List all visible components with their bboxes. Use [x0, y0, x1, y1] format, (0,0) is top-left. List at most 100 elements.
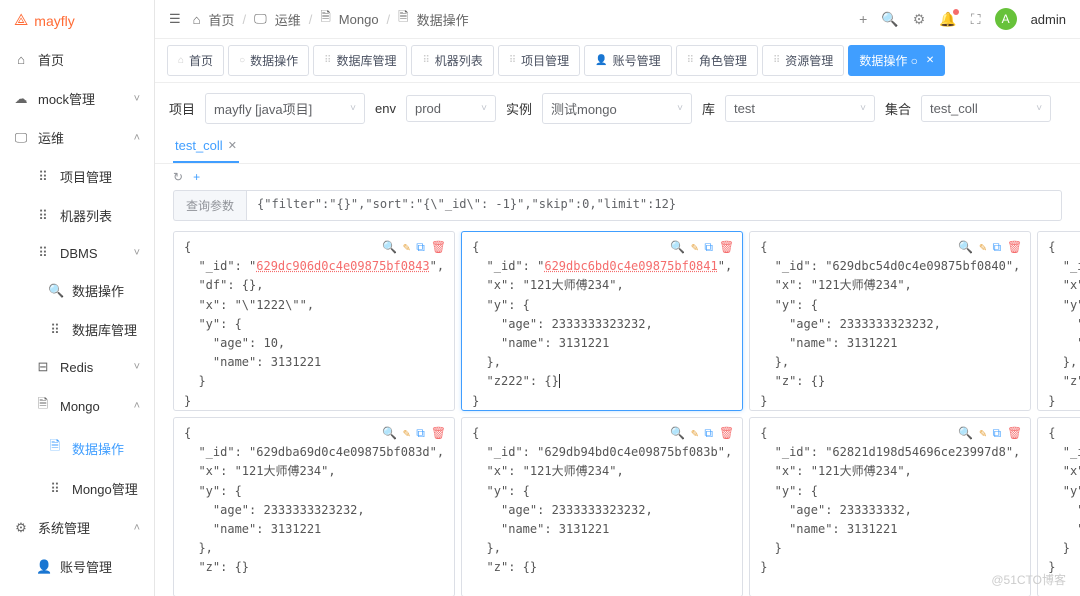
sidebar-item-11[interactable]: ⠿Mongo管理	[0, 469, 154, 508]
copy-icon[interactable]: ⧉	[416, 238, 425, 257]
project-select[interactable]: mayfly [java项目]˅	[205, 93, 365, 124]
card-actions: 🔍 ✎ ⧉ 🗑	[670, 424, 734, 443]
add-icon[interactable]: +	[193, 170, 200, 184]
fullscreen-icon[interactable]: ⛶	[971, 11, 981, 28]
sidebar-item-10[interactable]: 🗎数据操作	[0, 427, 154, 469]
menu-icon: ⠿	[36, 245, 50, 261]
view-icon[interactable]: 🔍	[670, 424, 685, 443]
tab-icon: ⠿	[509, 55, 516, 66]
delete-icon[interactable]: 🗑	[719, 424, 734, 443]
plus-icon[interactable]: +	[859, 11, 867, 27]
topbar-right: + 🔍 ⚙ 🔔 ⛶ A admin	[859, 8, 1066, 30]
coll-select[interactable]: test_coll˅	[921, 95, 1051, 122]
tab-7[interactable]: ⠿资源管理	[762, 45, 844, 76]
menu-icon: ⚙	[14, 520, 28, 536]
settings-icon[interactable]: ⚙	[913, 11, 926, 28]
menu-label: DBMS	[60, 246, 98, 261]
result-card-1[interactable]: 🔍✎⧉🗑{ "_id": "629dbc6bd0c4e09875bf0841",…	[461, 231, 743, 411]
breadcrumb-icon: 🖵	[254, 11, 267, 27]
result-card-0[interactable]: 🔍✎⧉🗑{ "_id": "629dc906d0c4e09875bf0843",…	[173, 231, 455, 411]
sidebar-item-6[interactable]: 🔍数据操作	[0, 271, 154, 310]
result-card-2[interactable]: 🔍✎⧉🗑{ "_id": "629dbc54d0c4e09875bf0840",…	[749, 231, 1031, 411]
result-card-7[interactable]: 🔍✎⧉🗑{ "_id": "6282062a075a22095b0733f0",…	[1037, 417, 1080, 596]
tab-4[interactable]: ⠿ 项目管理	[498, 45, 580, 76]
sidebar-item-9[interactable]: 🗎Mongo˄	[0, 385, 154, 427]
breadcrumb-item[interactable]: 运维	[275, 10, 301, 29]
logo[interactable]: ⟁ mayfly	[0, 0, 154, 40]
inner-tab-collection[interactable]: test_coll✕	[173, 134, 239, 163]
sidebar-item-1[interactable]: ☁mock管理˅	[0, 79, 154, 118]
copy-icon[interactable]: ⧉	[704, 424, 713, 443]
sidebar-item-7[interactable]: ⠿数据库管理	[0, 310, 154, 349]
tab-label: 项目管理	[521, 52, 569, 69]
edit-icon[interactable]: ✎	[691, 238, 698, 257]
logo-text: mayfly	[34, 13, 74, 29]
view-icon[interactable]: 🔍	[382, 424, 397, 443]
close-icon[interactable]: ✕	[228, 139, 237, 152]
tab-1[interactable]: ○数据操作	[228, 45, 309, 76]
sidebar-item-5[interactable]: ⠿DBMS˅	[0, 235, 154, 271]
env-select[interactable]: prod˅	[406, 95, 496, 122]
tab-icon: ⠿	[773, 55, 780, 66]
chevron-icon: ˅	[134, 93, 140, 105]
sidebar-item-0[interactable]: ⌂首页	[0, 40, 154, 79]
query-input[interactable]: {"filter":"{}","sort":"{\"_id\": -1}","s…	[246, 190, 1062, 221]
tab-5[interactable]: 👤账号管理	[584, 45, 671, 76]
copy-icon[interactable]: ⧉	[992, 424, 1001, 443]
tab-3[interactable]: ⠿机器列表	[411, 45, 493, 76]
copy-icon[interactable]: ⧉	[416, 424, 425, 443]
result-card-3[interactable]: 🔍✎⧉🗑{ "_id": "629dba9ed0c4e09875bf083f",…	[1037, 231, 1080, 411]
avatar[interactable]: A	[995, 8, 1017, 30]
tab-6[interactable]: ⠿角色管理	[676, 45, 758, 76]
sidebar-item-8[interactable]: ⊟Redis˅	[0, 349, 154, 385]
tab-8[interactable]: 数据操作 ○✕	[848, 45, 945, 76]
view-icon[interactable]: 🔍	[958, 424, 973, 443]
hamburger-icon[interactable]: ☰	[169, 11, 181, 27]
menu-label: 运维	[38, 128, 64, 147]
notification-icon[interactable]: 🔔	[939, 11, 956, 28]
copy-icon[interactable]: ⧉	[992, 238, 1001, 257]
db-select[interactable]: test˅	[725, 95, 875, 122]
tab-2[interactable]: ⠿数据库管理	[313, 45, 407, 76]
delete-icon[interactable]: 🗑	[431, 424, 446, 443]
sidebar-item-13[interactable]: 👤账号管理	[0, 547, 154, 586]
refresh-icon[interactable]: ↻	[173, 170, 183, 184]
copy-icon[interactable]: ⧉	[704, 238, 713, 257]
delete-icon[interactable]: 🗑	[431, 238, 446, 257]
menu-label: 机器列表	[60, 206, 112, 225]
view-icon[interactable]: 🔍	[382, 238, 397, 257]
result-card-5[interactable]: 🔍✎⧉🗑{ "_id": "629db94bd0c4e09875bf083b",…	[461, 417, 743, 596]
search-icon[interactable]: 🔍	[881, 11, 898, 28]
breadcrumb-item[interactable]: Mongo	[339, 12, 379, 27]
delete-icon[interactable]: 🗑	[1007, 424, 1022, 443]
card-actions: 🔍 ✎ ⧉ 🗑	[382, 424, 446, 443]
edit-icon[interactable]: ✎	[691, 424, 698, 443]
edit-icon[interactable]: ✎	[403, 424, 410, 443]
menu-icon: 🗎	[36, 395, 50, 417]
edit-icon[interactable]: ✎	[979, 238, 986, 257]
menu-label: mock管理	[38, 89, 95, 108]
close-icon[interactable]: ✕	[926, 55, 934, 66]
menu-icon: ⌂	[14, 52, 28, 67]
view-icon[interactable]: 🔍	[670, 238, 685, 257]
sidebar-item-2[interactable]: 🖵运维˄	[0, 118, 154, 157]
instance-select[interactable]: 测试mongo˅	[542, 93, 692, 124]
menu-icon: ⠿	[36, 208, 50, 224]
result-card-4[interactable]: 🔍✎⧉🗑{ "_id": "629dba69d0c4e09875bf083d",…	[173, 417, 455, 596]
breadcrumb-item[interactable]: 首页	[209, 10, 235, 29]
view-icon[interactable]: 🔍	[958, 238, 973, 257]
edit-icon[interactable]: ✎	[403, 238, 410, 257]
result-card-6[interactable]: 🔍✎⧉🗑{ "_id": "62821d198d54696ce23997d8",…	[749, 417, 1031, 596]
breadcrumb-item[interactable]: 数据操作	[417, 10, 469, 29]
delete-icon[interactable]: 🗑	[1007, 238, 1022, 257]
tab-label: 角色管理	[699, 52, 747, 69]
sidebar-item-3[interactable]: ⠿项目管理	[0, 157, 154, 196]
tab-0[interactable]: ⌂首页	[167, 45, 224, 76]
edit-icon[interactable]: ✎	[979, 424, 986, 443]
sidebar-item-12[interactable]: ⚙系统管理˄	[0, 508, 154, 547]
sidebar-item-14[interactable]: ⠿角色管理	[0, 586, 154, 596]
sidebar-item-4[interactable]: ⠿ 机器列表	[0, 196, 154, 235]
delete-icon[interactable]: 🗑	[719, 238, 734, 257]
username[interactable]: admin	[1031, 12, 1066, 27]
sidebar-menu: ⌂首页☁mock管理˅🖵运维˄⠿项目管理⠿机器列表⠿DBMS˅🔍数据操作⠿数据库…	[0, 40, 154, 596]
